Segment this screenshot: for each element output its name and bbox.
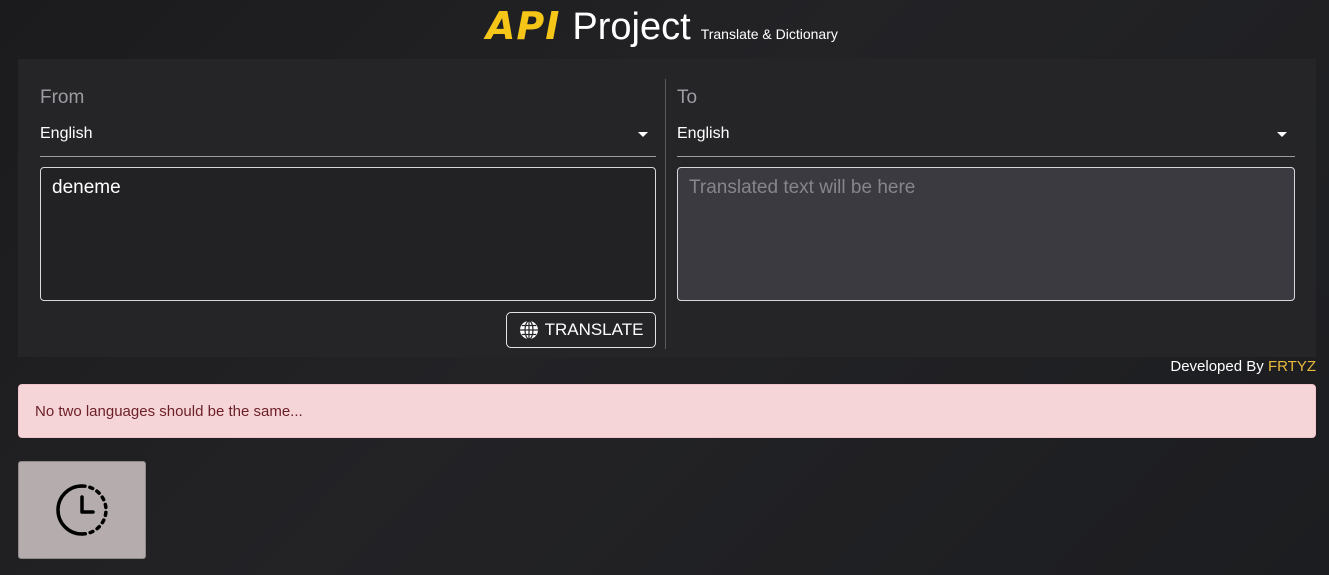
from-label: From — [40, 87, 85, 108]
globe-icon — [519, 320, 538, 340]
developer-credit: Developed By FRTYZ — [1170, 358, 1316, 375]
target-column: To English Translated text will be here — [677, 59, 1295, 357]
chevron-down-icon — [638, 132, 648, 137]
target-language-value: English — [677, 125, 730, 142]
source-language-value: English — [40, 125, 93, 142]
brand: API Project Translate & Dictionary — [486, 4, 838, 49]
error-alert: No two languages should be the same... — [18, 384, 1316, 438]
source-language-select[interactable]: English — [40, 121, 656, 157]
translate-panel: From English deneme TRANSLATE To English… — [18, 59, 1316, 357]
chevron-down-icon — [1277, 132, 1287, 137]
app-header: API Project Translate & Dictionary — [0, 0, 1329, 58]
history-button[interactable] — [18, 461, 146, 559]
developed-by-text: Developed By — [1170, 358, 1264, 375]
brand-api-text: API — [486, 4, 561, 48]
to-label: To — [677, 87, 698, 108]
translated-text-output[interactable]: Translated text will be here — [677, 167, 1295, 301]
developer-name-link[interactable]: FRTYZ — [1268, 358, 1316, 375]
target-language-select[interactable]: English — [677, 121, 1295, 157]
history-clock-icon — [56, 484, 108, 536]
brand-subtitle: Translate & Dictionary — [700, 26, 838, 42]
translate-button-label: TRANSLATE — [544, 320, 644, 339]
column-divider — [665, 79, 666, 349]
source-column: From English deneme TRANSLATE — [40, 59, 656, 357]
alert-message: No two languages should be the same... — [35, 403, 303, 420]
translate-button[interactable]: TRANSLATE — [506, 312, 656, 348]
brand-project-text: Project — [572, 6, 691, 48]
source-text-input[interactable]: deneme — [40, 167, 656, 301]
